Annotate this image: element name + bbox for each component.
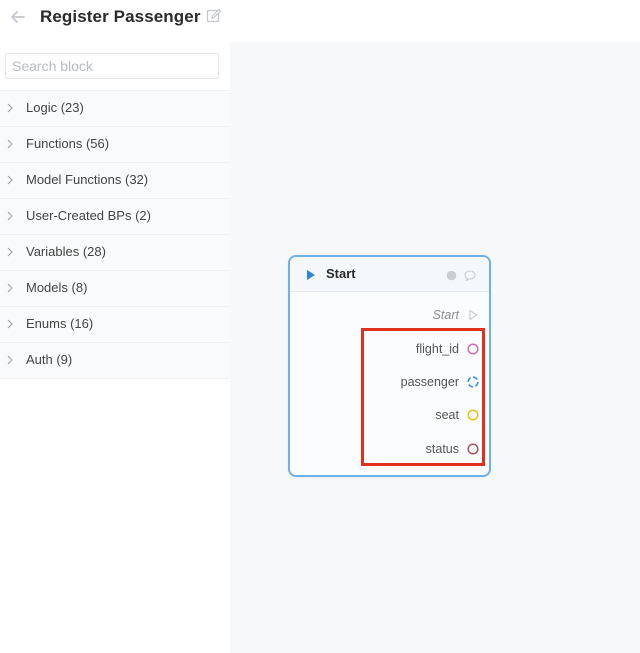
chevron-right-icon [4, 173, 16, 187]
settings-dot-icon[interactable] [446, 268, 457, 281]
header: Register Passenger [0, 0, 640, 42]
start-node[interactable]: Start Start flight_id passenger seat sta… [288, 255, 491, 477]
category-label: Model Functions (32) [26, 172, 149, 187]
output-row-status: status [426, 439, 479, 459]
output-row-flight-id: flight_id [416, 339, 479, 359]
node-title: Start [326, 266, 356, 281]
category-functions[interactable]: Functions (56) [0, 127, 230, 163]
flow-output-row: Start [433, 305, 479, 325]
output-label: seat [435, 408, 459, 422]
category-label: User-Created BPs (2) [26, 208, 151, 223]
chevron-right-icon [4, 353, 16, 367]
chevron-right-icon [4, 209, 16, 223]
category-label: Functions (56) [26, 136, 110, 151]
chevron-right-icon [4, 101, 16, 115]
output-row-seat: seat [435, 405, 479, 425]
chevron-right-icon [4, 245, 16, 259]
category-label: Auth (9) [26, 352, 73, 367]
output-port-icon[interactable] [467, 443, 479, 455]
output-label: passenger [400, 375, 459, 389]
back-arrow-icon[interactable] [9, 8, 27, 26]
category-user-created-bps[interactable]: User-Created BPs (2) [0, 199, 230, 235]
flow-port-icon[interactable] [467, 309, 479, 321]
category-variables[interactable]: Variables (28) [0, 235, 230, 271]
chevron-right-icon [4, 281, 16, 295]
category-label: Logic (23) [26, 100, 84, 115]
node-header[interactable]: Start [290, 257, 489, 292]
category-auth[interactable]: Auth (9) [0, 343, 230, 379]
output-row-passenger: passenger [401, 372, 479, 392]
output-port-icon[interactable] [467, 376, 479, 388]
output-port-icon[interactable] [467, 409, 479, 421]
chevron-right-icon [4, 317, 16, 331]
search-block-input[interactable] [5, 53, 219, 79]
output-label: flight_id [415, 342, 459, 356]
comment-icon[interactable] [464, 268, 476, 282]
category-label: Enums (16) [26, 316, 94, 331]
block-sidebar: Logic (23) Functions (56) Model Function… [0, 42, 230, 653]
category-models[interactable]: Models (8) [0, 271, 230, 307]
flow-output-label: Start [432, 308, 459, 322]
play-icon [306, 268, 316, 280]
page-title: Register Passenger [40, 7, 201, 26]
edit-icon[interactable] [206, 8, 222, 24]
output-label: status [425, 442, 459, 456]
category-label: Variables (28) [26, 244, 106, 259]
category-enums[interactable]: Enums (16) [0, 307, 230, 343]
output-port-icon[interactable] [467, 343, 479, 355]
category-label: Models (8) [26, 280, 88, 295]
category-list: Logic (23) Functions (56) Model Function… [0, 90, 230, 379]
chevron-right-icon [4, 137, 16, 151]
category-logic[interactable]: Logic (23) [0, 90, 230, 127]
category-model-functions[interactable]: Model Functions (32) [0, 163, 230, 199]
